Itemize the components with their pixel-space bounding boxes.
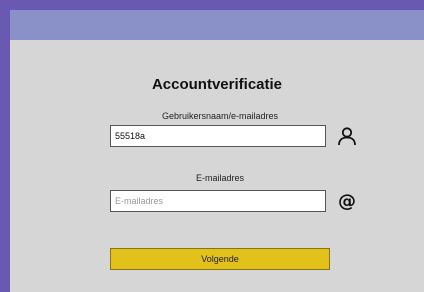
email-input[interactable]: [110, 190, 326, 212]
email-label: E-mailadres: [195, 173, 244, 183]
username-label: Gebruikersnaam/e-mailadres: [161, 111, 279, 121]
at-sign-icon: @: [338, 191, 356, 212]
username-input[interactable]: [110, 125, 326, 147]
window-frame: Accountverificatie Gebruikersnaam/e-mail…: [0, 0, 424, 292]
verification-panel: Accountverificatie Gebruikersnaam/e-mail…: [10, 10, 424, 292]
page-title: Accountverificatie: [151, 76, 283, 93]
next-button[interactable]: Volgende: [110, 248, 330, 270]
panel-header-bar: [10, 10, 424, 40]
svg-text:@: @: [338, 191, 356, 212]
user-icon: [338, 127, 356, 146]
